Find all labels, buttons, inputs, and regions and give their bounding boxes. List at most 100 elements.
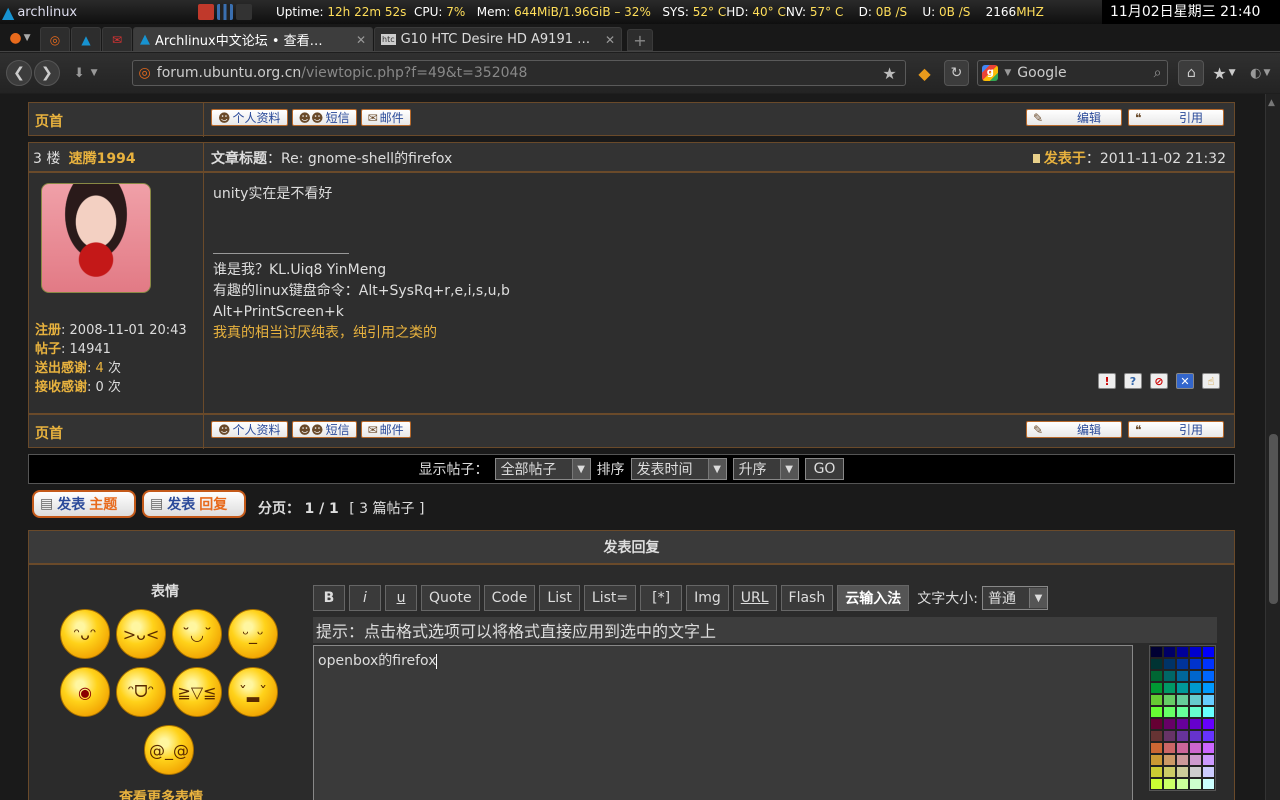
back-button[interactable]: ❮ bbox=[6, 60, 32, 86]
pm-button[interactable]: ☻☻ 短信 bbox=[291, 109, 357, 126]
palette-swatch[interactable] bbox=[1202, 670, 1215, 682]
palette-swatch[interactable] bbox=[1150, 742, 1163, 754]
palette-swatch[interactable] bbox=[1176, 670, 1189, 682]
palette-swatch[interactable] bbox=[1150, 766, 1163, 778]
sweat-icon[interactable]: ᵔᗜᵔ bbox=[116, 667, 166, 717]
reload-button[interactable]: ↻ bbox=[943, 60, 970, 86]
palette-swatch[interactable] bbox=[1202, 646, 1215, 658]
close-icon[interactable]: ✕ bbox=[356, 33, 366, 47]
sort-order-select[interactable]: 升序 ▼ bbox=[732, 458, 799, 480]
palette-swatch[interactable] bbox=[1189, 706, 1202, 718]
palette-swatch[interactable] bbox=[1150, 730, 1163, 742]
volume-icon[interactable] bbox=[236, 4, 252, 20]
archlinux-menu[interactable]: ▲ archlinux bbox=[0, 3, 198, 22]
palette-swatch[interactable] bbox=[1176, 754, 1189, 766]
palette-swatch[interactable] bbox=[1150, 718, 1163, 730]
back-to-top-link[interactable]: 页首 bbox=[35, 111, 63, 131]
palette-swatch[interactable] bbox=[1189, 682, 1202, 694]
info-icon[interactable]: ? bbox=[1124, 373, 1142, 389]
italic-button[interactable]: i bbox=[349, 585, 381, 611]
palette-swatch[interactable] bbox=[1150, 778, 1163, 790]
back-to-top-link[interactable]: 页首 bbox=[35, 423, 63, 443]
palette-swatch[interactable] bbox=[1163, 766, 1176, 778]
flash-button[interactable]: Flash bbox=[780, 585, 834, 611]
page-scrollbar[interactable]: ▲ bbox=[1265, 94, 1280, 800]
palette-swatch[interactable] bbox=[1163, 694, 1176, 706]
bookmark-star-icon[interactable]: ★ bbox=[882, 64, 896, 83]
palette-swatch[interactable] bbox=[1163, 754, 1176, 766]
more-smilies-link[interactable]: 查看更多表情 bbox=[119, 787, 203, 800]
palette-swatch[interactable] bbox=[1150, 682, 1163, 694]
sent-thanks-count[interactable]: 4 bbox=[96, 361, 104, 376]
profile-button[interactable]: ☻ 个人资料 bbox=[211, 109, 288, 126]
thanks-icon[interactable]: ☝ bbox=[1202, 373, 1220, 389]
palette-swatch[interactable] bbox=[1202, 694, 1215, 706]
bold-button[interactable]: B bbox=[313, 585, 345, 611]
search-icon[interactable]: ⌕ bbox=[1154, 65, 1162, 81]
palette-swatch[interactable] bbox=[1163, 658, 1176, 670]
palette-swatch[interactable] bbox=[1202, 742, 1215, 754]
tray-app-icon[interactable] bbox=[198, 4, 214, 20]
palette-swatch[interactable] bbox=[1150, 754, 1163, 766]
palette-swatch[interactable] bbox=[1202, 658, 1215, 670]
post-reply-button[interactable]: ▤ 发表 回复 bbox=[142, 490, 246, 518]
forward-button[interactable]: ❯ bbox=[33, 60, 60, 86]
bookmarks-button[interactable]: ★ ▼ bbox=[1212, 64, 1246, 83]
palette-swatch[interactable] bbox=[1189, 718, 1202, 730]
palette-swatch[interactable] bbox=[1150, 706, 1163, 718]
palette-swatch[interactable] bbox=[1163, 730, 1176, 742]
palette-swatch[interactable] bbox=[1176, 646, 1189, 658]
new-topic-button[interactable]: ▤ 发表 主题 bbox=[32, 490, 136, 518]
palette-swatch[interactable] bbox=[1189, 694, 1202, 706]
palette-swatch[interactable] bbox=[1150, 658, 1163, 670]
image-button[interactable]: Img bbox=[686, 585, 729, 611]
palette-swatch[interactable] bbox=[1150, 646, 1163, 658]
palette-swatch[interactable] bbox=[1163, 778, 1176, 790]
palette-swatch[interactable] bbox=[1163, 682, 1176, 694]
palette-swatch[interactable] bbox=[1163, 646, 1176, 658]
tab-archlinux-forum[interactable]: ▲ Archlinux中文论坛 • 查看… ✕ bbox=[133, 27, 373, 51]
pinned-tab-gmail[interactable]: ✉ bbox=[102, 27, 132, 51]
palette-swatch[interactable] bbox=[1189, 742, 1202, 754]
home-button[interactable]: ⌂ bbox=[1178, 60, 1205, 86]
edit-button[interactable]: ✎ 编辑 bbox=[1026, 421, 1122, 438]
palette-swatch[interactable] bbox=[1202, 718, 1215, 730]
profile-button[interactable]: ☻ 个人资料 bbox=[211, 421, 288, 438]
palette-swatch[interactable] bbox=[1176, 778, 1189, 790]
palette-swatch[interactable] bbox=[1202, 778, 1215, 790]
smile-icon[interactable]: ᵔᴗᵔ bbox=[60, 609, 110, 659]
palette-swatch[interactable] bbox=[1163, 706, 1176, 718]
color-palette[interactable] bbox=[1149, 645, 1216, 791]
palette-swatch[interactable] bbox=[1163, 742, 1176, 754]
palette-swatch[interactable] bbox=[1163, 718, 1176, 730]
delete-icon[interactable]: ✕ bbox=[1176, 373, 1194, 389]
palette-swatch[interactable] bbox=[1202, 706, 1215, 718]
close-icon[interactable]: ✕ bbox=[605, 33, 615, 47]
warn-icon[interactable]: ⊘ bbox=[1150, 373, 1168, 389]
search-bar[interactable]: g ▼ Google ⌕ bbox=[977, 60, 1169, 86]
tab-htc-desire[interactable]: htc G10 HTC Desire HD A9191 … ✕ bbox=[374, 27, 622, 51]
new-tab-button[interactable]: + bbox=[627, 29, 653, 51]
list-item-button[interactable]: [*] bbox=[640, 585, 683, 611]
palette-swatch[interactable] bbox=[1176, 766, 1189, 778]
palette-swatch[interactable] bbox=[1189, 766, 1202, 778]
go-button[interactable]: GO bbox=[804, 458, 845, 480]
post-author[interactable]: 速腾1994 bbox=[69, 148, 136, 168]
quote-bbcode-button[interactable]: Quote bbox=[421, 585, 480, 611]
palette-swatch[interactable] bbox=[1176, 682, 1189, 694]
cover-mouth-icon[interactable]: ᵕ_ᵕ bbox=[228, 609, 278, 659]
quote-button[interactable]: ❝ 引用 bbox=[1128, 421, 1224, 438]
dizzy-icon[interactable]: @_@ bbox=[144, 725, 194, 775]
email-button[interactable]: ✉ 邮件 bbox=[360, 421, 411, 438]
grin-icon[interactable]: ≧▽≦ bbox=[172, 667, 222, 717]
palette-swatch[interactable] bbox=[1189, 754, 1202, 766]
laugh-icon[interactable]: ◉ bbox=[60, 667, 110, 717]
pinned-tab-arch[interactable]: ▲ bbox=[71, 27, 101, 51]
scroll-up-icon[interactable]: ▲ bbox=[1268, 98, 1275, 108]
underline-button[interactable]: u bbox=[385, 585, 417, 611]
palette-swatch[interactable] bbox=[1189, 778, 1202, 790]
network-signal-icon[interactable] bbox=[217, 4, 233, 20]
palette-swatch[interactable] bbox=[1176, 658, 1189, 670]
pinned-tab-ubuntu[interactable]: ◎ bbox=[40, 27, 70, 51]
extension-button[interactable]: ◐ ▼ bbox=[1250, 66, 1280, 81]
